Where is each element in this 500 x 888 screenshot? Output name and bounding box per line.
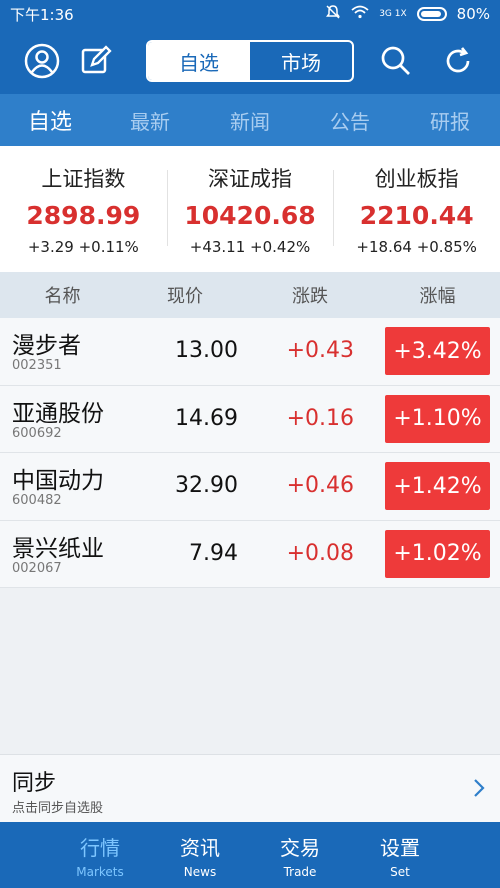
sub-tab-bar: 自选 最新 新闻 公告 研报 (0, 94, 500, 146)
index-name: 上证指数 (41, 166, 126, 191)
index-value: 10420.68 (184, 200, 316, 230)
wifi-icon (351, 5, 369, 23)
stock-change: +0.46 (286, 473, 354, 498)
top-app-bar: 自选 市场 (0, 28, 500, 94)
stock-percent-badge[interactable]: +1.42% (385, 462, 490, 510)
table-header: 名称 现价 涨跌 涨幅 (0, 272, 500, 318)
index-change: +18.64 +0.85% (356, 237, 477, 256)
index-change: +43.11 +0.42% (189, 237, 311, 256)
stock-price: 14.69 (175, 405, 238, 431)
nav-label-en: Trade (283, 864, 317, 879)
stock-change: +0.16 (286, 405, 354, 431)
stock-code: 600692 (12, 425, 62, 441)
nav-label-zh: 资讯 (180, 835, 220, 860)
nav-news[interactable]: 资讯 News (150, 822, 250, 888)
nav-settings[interactable]: 设置 Set (350, 822, 450, 888)
index-card[interactable]: 深证成指 10420.68 +43.11 +0.42% (166, 146, 334, 272)
nav-label-en: News (183, 864, 217, 879)
user-icon[interactable] (22, 41, 62, 81)
table-row[interactable]: 漫步者 002351 13.00 +0.43 +3.42% (0, 318, 500, 386)
battery-level: 80% (456, 5, 490, 23)
tab-news[interactable]: 新闻 (200, 106, 300, 135)
nav-trade[interactable]: 交易 Trade (250, 822, 350, 888)
sync-subtitle: 点击同步自选股 (12, 801, 104, 816)
refresh-icon[interactable] (438, 41, 478, 81)
status-icons: 3G 1X 80% (325, 4, 490, 24)
tab-research[interactable]: 研报 (400, 106, 500, 135)
stock-name: 亚通股份 (12, 400, 104, 427)
edit-icon[interactable] (76, 41, 116, 81)
segment-watchlist[interactable]: 自选 (148, 42, 250, 80)
tab-watchlist[interactable]: 自选 (0, 104, 100, 136)
chevron-right-icon (472, 777, 486, 803)
stock-code: 600482 (12, 493, 62, 508)
stock-change: +0.08 (286, 540, 354, 566)
index-name: 创业板指 (374, 166, 459, 191)
stock-price: 32.90 (175, 473, 238, 498)
segment-market[interactable]: 市场 (250, 42, 352, 80)
sync-title: 同步 (12, 771, 57, 796)
nav-markets[interactable]: 行情 Markets (50, 822, 150, 888)
bottom-nav: 行情 Markets 资讯 News 交易 Trade 设置 Set (0, 822, 500, 888)
header-percent[interactable]: 涨幅 (375, 282, 500, 308)
status-time: 下午1:36 (10, 5, 74, 24)
nav-label-zh: 设置 (380, 835, 420, 860)
index-value: 2210.44 (359, 200, 474, 230)
stock-name: 景兴纸业 (12, 535, 104, 562)
search-icon[interactable] (376, 41, 416, 81)
header-name[interactable]: 名称 (0, 282, 125, 308)
stock-change: +0.43 (286, 338, 354, 363)
nav-label-zh: 行情 (80, 835, 120, 860)
stock-code: 002067 (12, 560, 62, 576)
app-screen: 下午1:36 3G 1X 80% 自选 市场 自选 最新 新闻 公告 研报 上证… (0, 0, 500, 888)
stock-list: 漫步者 002351 13.00 +0.43 +3.42% 亚通股份 60069… (0, 318, 500, 588)
watchlist-market-toggle: 自选 市场 (146, 40, 354, 82)
index-summary: 上证指数 2898.99 +3.29 +0.11% 深证成指 10420.68 … (0, 146, 500, 272)
header-price[interactable]: 现价 (125, 282, 245, 308)
status-bar: 下午1:36 3G 1X 80% (0, 0, 500, 28)
stock-price: 7.94 (189, 540, 238, 566)
index-card[interactable]: 上证指数 2898.99 +3.29 +0.11% (0, 146, 167, 272)
nav-label-en: Set (390, 864, 410, 879)
nav-label-en: Markets (76, 864, 124, 879)
tab-latest[interactable]: 最新 (100, 106, 200, 135)
index-value: 2898.99 (26, 200, 141, 230)
tab-announcements[interactable]: 公告 (300, 106, 400, 135)
stock-percent-badge[interactable]: +1.02% (385, 529, 490, 578)
header-change[interactable]: 涨跌 (245, 282, 375, 308)
nav-label-zh: 交易 (280, 835, 320, 860)
stock-name: 中国动力 (12, 468, 104, 494)
stock-price: 13.00 (175, 338, 238, 363)
signal-icon: 3G 1X (379, 8, 407, 19)
table-row[interactable]: 景兴纸业 002067 7.94 +0.08 +1.02% (0, 520, 500, 588)
stock-code: 002351 (12, 358, 62, 373)
stock-name: 漫步者 (12, 333, 81, 359)
table-row[interactable]: 中国动力 600482 32.90 +0.46 +1.42% (0, 453, 500, 521)
sync-watchlist-bar[interactable]: 同步 点击同步自选股 (0, 754, 500, 822)
table-row[interactable]: 亚通股份 600692 14.69 +0.16 +1.10% (0, 385, 500, 453)
stock-percent-badge[interactable]: +3.42% (385, 327, 490, 375)
stock-percent-badge[interactable]: +1.10% (385, 394, 490, 443)
battery-icon (416, 7, 447, 21)
index-name: 深证成指 (208, 166, 292, 191)
index-change: +3.29 +0.11% (27, 237, 139, 256)
index-card[interactable]: 创业板指 2210.44 +18.64 +0.85% (333, 146, 500, 272)
bell-muted-icon (325, 4, 341, 24)
